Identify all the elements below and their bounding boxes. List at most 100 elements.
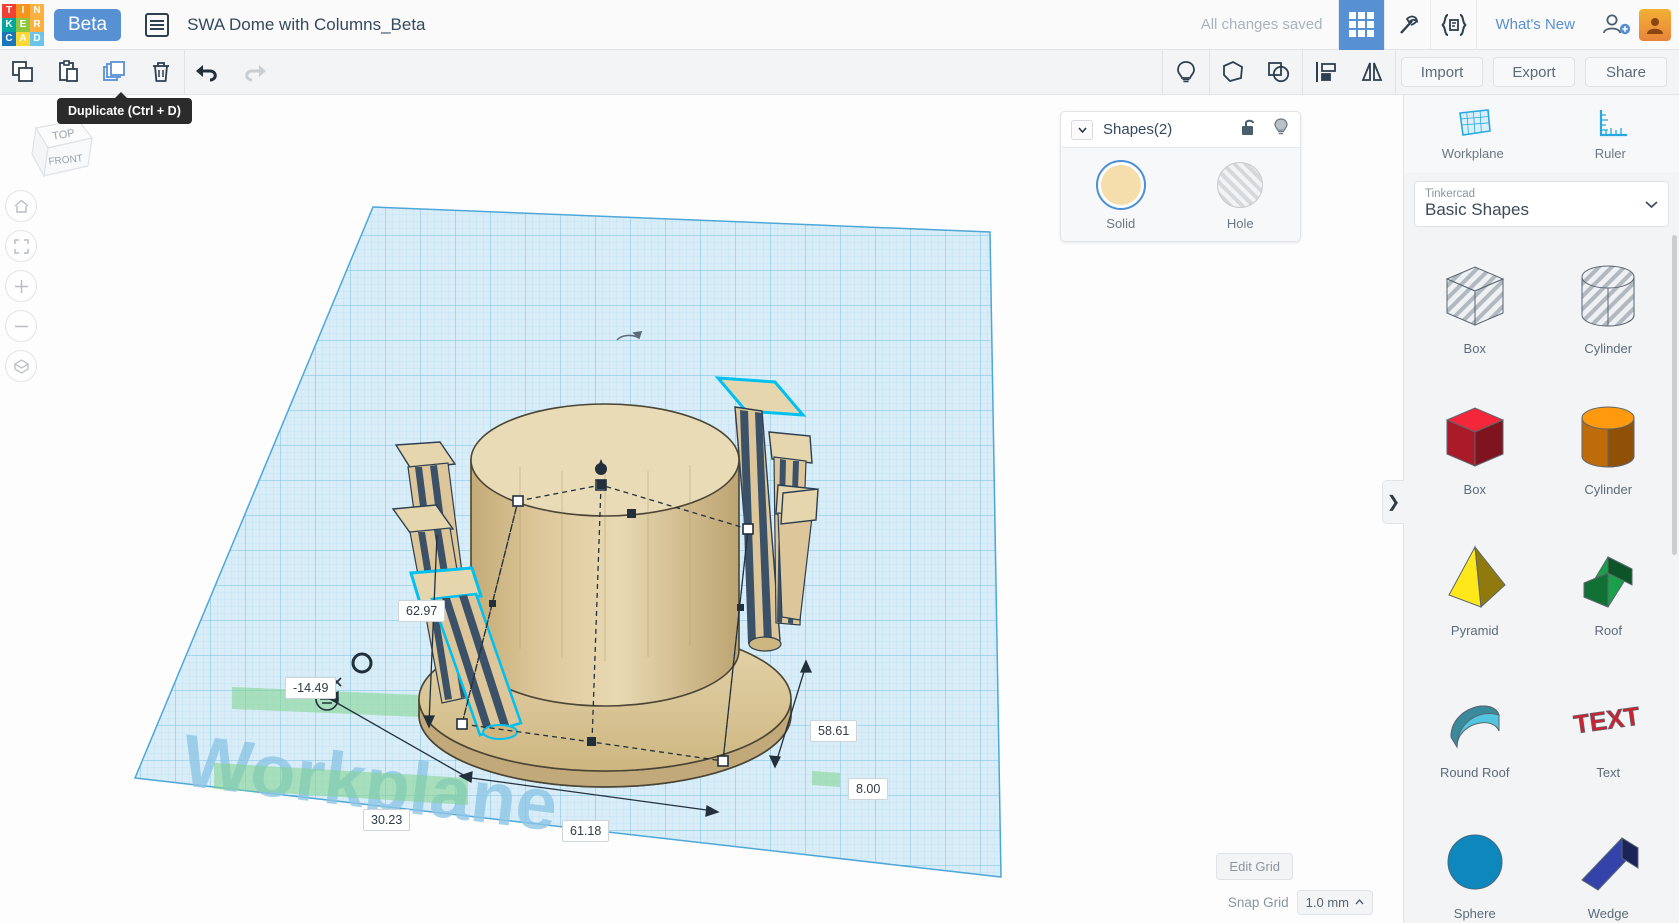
shape-item-sphere[interactable]: Sphere <box>1408 808 1542 923</box>
shape-item-label: Text <box>1596 764 1621 780</box>
workplane-tool[interactable]: Workplane <box>1404 95 1542 173</box>
shape-item-wedge[interactable]: Wedge <box>1542 808 1676 923</box>
logo-tile-k: K <box>2 17 16 32</box>
toolbar-right-cluster: Import Export Share <box>1162 50 1679 94</box>
shape-library-scrollbar[interactable] <box>1672 235 1677 555</box>
logo-tile-a: A <box>16 31 30 46</box>
document-list-icon[interactable] <box>145 12 170 37</box>
blocks-button[interactable] <box>1384 0 1430 50</box>
light-button[interactable] <box>1163 50 1209 94</box>
zoom-in-button[interactable] <box>5 270 37 302</box>
export-button[interactable]: Export <box>1493 57 1575 87</box>
shapes-panel-collapse-button[interactable] <box>1071 119 1093 140</box>
shape-item-roof[interactable]: Roof <box>1542 525 1676 653</box>
logo-tile-r: R <box>30 17 44 32</box>
shape-library-select[interactable]: Tinkercad Basic Shapes <box>1414 181 1669 227</box>
shape-light-button[interactable] <box>1272 117 1290 142</box>
dimension-label[interactable]: 30.23 <box>363 809 411 831</box>
redo-button[interactable] <box>231 50 277 94</box>
logo-tile-t: T <box>2 3 16 18</box>
shape-item-box[interactable]: Box <box>1408 384 1542 512</box>
edit-grid-button[interactable]: Edit Grid <box>1216 853 1293 880</box>
dimension-label[interactable]: -14.49 <box>285 677 337 699</box>
orthographic-toggle-button[interactable] <box>5 350 37 382</box>
edit-toolbar: Import Export Share <box>0 50 1679 95</box>
redo-icon <box>245 65 266 82</box>
library-name: Basic Shapes <box>1425 200 1529 219</box>
solid-label: Solid <box>1106 216 1136 231</box>
dimension-label[interactable]: 58.61 <box>810 720 858 742</box>
toolbar-divider <box>1395 50 1396 94</box>
duplicate-button[interactable] <box>92 50 138 94</box>
save-status: All changes saved <box>1200 16 1323 33</box>
3d-design-button[interactable] <box>1338 0 1385 50</box>
chevron-up-icon <box>1355 899 1364 905</box>
shapes-panel[interactable]: Shapes(2) Solid Hole <box>1060 111 1301 242</box>
whats-new-link[interactable]: What's New <box>1476 0 1593 50</box>
hole-swatch[interactable] <box>1217 162 1264 208</box>
solid-swatch[interactable] <box>1095 160 1146 210</box>
paste-icon <box>59 60 78 82</box>
share-button[interactable]: Share <box>1585 57 1667 87</box>
duplicate-icon <box>103 61 125 81</box>
beta-badge[interactable]: Beta <box>54 8 122 41</box>
undo-button[interactable] <box>185 50 231 94</box>
panel-collapse-handle[interactable]: ❯ <box>1382 480 1404 524</box>
fit-icon <box>13 238 29 254</box>
home-view-button[interactable] <box>5 190 37 222</box>
shapes-panel-header: Shapes(2) <box>1061 112 1300 148</box>
chevron-down-icon <box>1645 200 1658 208</box>
dimension-label[interactable]: 61.18 <box>562 820 610 842</box>
import-button[interactable]: Import <box>1401 57 1483 87</box>
zoom-out-button[interactable] <box>5 310 37 342</box>
mirror-button[interactable] <box>1349 50 1395 94</box>
panel-tools: Workplane Ruler <box>1404 95 1679 173</box>
codeblocks-icon <box>1441 13 1467 36</box>
ruler-tool[interactable]: Ruler <box>1542 95 1679 173</box>
shape-item-text[interactable]: TEXT Text <box>1542 667 1676 795</box>
lock-button[interactable] <box>1240 117 1258 142</box>
dimension-label[interactable]: 8.00 <box>848 778 889 800</box>
shape-item-box[interactable]: Box <box>1408 243 1542 371</box>
logo-tile-i: I <box>16 3 30 18</box>
shape-library-grid[interactable]: Box Cylinder Box Cylinder Pyramid Roof R… <box>1404 233 1679 923</box>
library-vendor: Tinkercad <box>1425 188 1476 200</box>
dimension-label[interactable]: 62.97 <box>398 600 446 622</box>
header-right-cluster: All changes saved What's New <box>1201 0 1679 50</box>
paste-button[interactable] <box>46 50 92 94</box>
delete-button[interactable] <box>138 50 184 94</box>
tinkercad-logo[interactable]: TINKERCAD <box>2 3 44 46</box>
align-icon <box>1316 62 1336 82</box>
add-collaborator-button[interactable] <box>1593 0 1639 50</box>
ungroup-button[interactable] <box>1256 50 1302 94</box>
column-group-right[interactable] <box>780 488 819 525</box>
shape-item-label: Round Roof <box>1440 764 1510 780</box>
workplane-icon <box>1458 109 1491 136</box>
fit-all-button[interactable] <box>5 230 37 262</box>
home-icon <box>14 199 28 213</box>
solid-option[interactable]: Solid <box>1061 160 1181 231</box>
shape-item-cylinder[interactable]: Cylinder <box>1542 384 1676 512</box>
shape-item-cylinder[interactable]: Cylinder <box>1542 243 1676 371</box>
logo-tile-e: E <box>16 17 30 32</box>
shape-item-round-roof[interactable]: Round Roof <box>1408 667 1542 795</box>
codeblocks-button[interactable] <box>1430 0 1476 50</box>
avatar[interactable] <box>1639 8 1671 41</box>
group-button[interactable] <box>1210 50 1256 94</box>
group-icon <box>1223 60 1243 83</box>
page-title[interactable]: SWA Dome with Columns_Beta <box>187 15 425 35</box>
unlock-icon <box>1242 119 1254 135</box>
hole-option[interactable]: Hole <box>1181 162 1301 231</box>
shapes-panel-body: Solid Hole <box>1061 148 1300 241</box>
tinkercad-app: TINKERCAD Beta SWA Dome with Columns_Bet… <box>0 0 1679 923</box>
snap-grid-select[interactable]: 1.0 mm <box>1296 890 1373 915</box>
shape-item-pyramid[interactable]: Pyramid <box>1408 525 1542 653</box>
lightbulb-icon <box>1177 61 1195 83</box>
right-panel: ❯ Workplane Ruler Tinkercad Basic Shapes… <box>1382 95 1679 923</box>
shape-thumb-icon <box>1583 556 1633 609</box>
align-button[interactable] <box>1303 50 1349 94</box>
add-user-icon <box>1603 14 1631 34</box>
ungroup-icon <box>1268 62 1290 83</box>
copy-button[interactable] <box>0 50 46 94</box>
shape-item-label: Roof <box>1594 623 1622 639</box>
